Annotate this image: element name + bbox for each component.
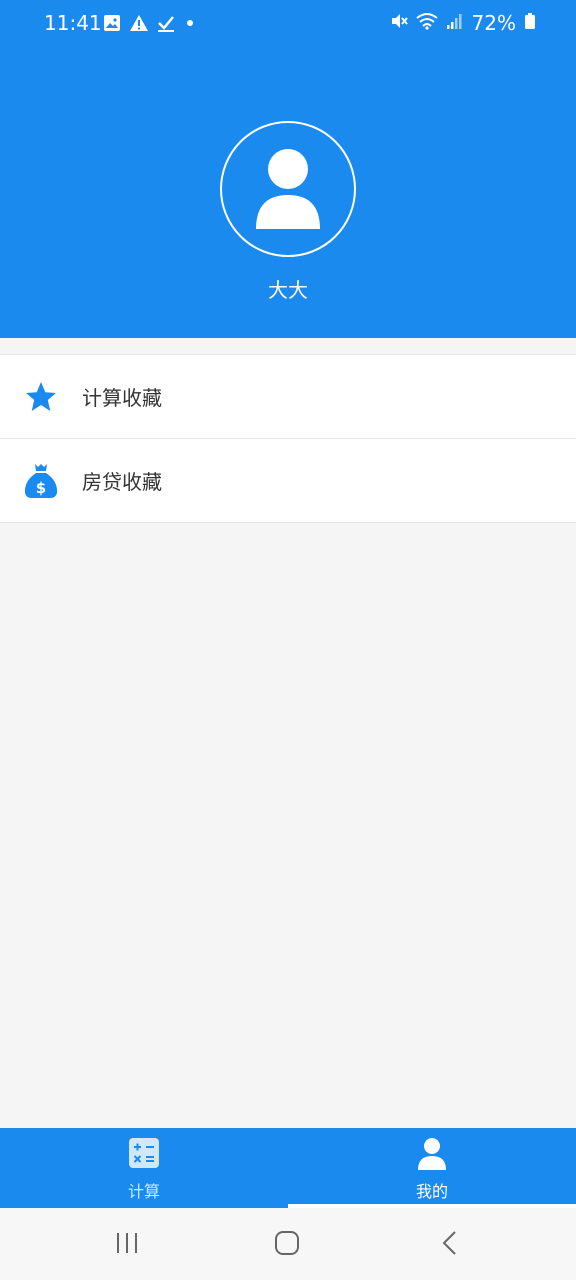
money-bag-icon: $ (0, 463, 82, 499)
menu-item-mortgage-favorites[interactable]: $ 房贷收藏 (0, 439, 576, 523)
home-icon[interactable] (274, 1230, 300, 1260)
avatar[interactable] (220, 121, 356, 257)
menu-item-label: 房贷收藏 (82, 470, 162, 494)
calculator-icon (129, 1138, 159, 1172)
image-icon (103, 14, 121, 36)
profile-header: 大大 (0, 48, 576, 338)
status-icons-left (103, 14, 197, 36)
tab-mine[interactable]: 我的 (288, 1128, 576, 1208)
menu-item-calc-favorites[interactable]: 计算收藏 (0, 355, 576, 439)
star-icon (0, 381, 82, 413)
tab-label: 我的 (415, 1182, 448, 1201)
signal-icon (446, 11, 464, 35)
user-icon (417, 1138, 447, 1174)
warning-icon (129, 14, 149, 36)
mute-icon (390, 11, 408, 35)
system-nav-bar (0, 1208, 576, 1280)
user-icon (256, 149, 320, 229)
battery-icon (524, 11, 536, 35)
recent-apps-icon[interactable] (114, 1230, 140, 1260)
check-icon (157, 14, 175, 36)
favorites-menu: 计算收藏 $ 房贷收藏 (0, 354, 576, 523)
tab-calculate[interactable]: 计算 (0, 1128, 288, 1208)
tab-label: 计算 (127, 1182, 160, 1201)
menu-item-label: 计算收藏 (82, 386, 162, 410)
battery-percent: 72% (471, 11, 516, 35)
status-bar: 11:41 72% (0, 0, 576, 48)
username: 大大 (268, 278, 308, 302)
status-icons-right: 72% (390, 11, 536, 35)
back-icon[interactable] (438, 1230, 464, 1260)
svg-text:$: $ (36, 479, 46, 497)
status-time: 11:41 (44, 11, 102, 35)
wifi-icon (415, 11, 438, 35)
dot-icon (183, 14, 197, 36)
bottom-tab-bar: 计算 我的 (0, 1128, 576, 1208)
